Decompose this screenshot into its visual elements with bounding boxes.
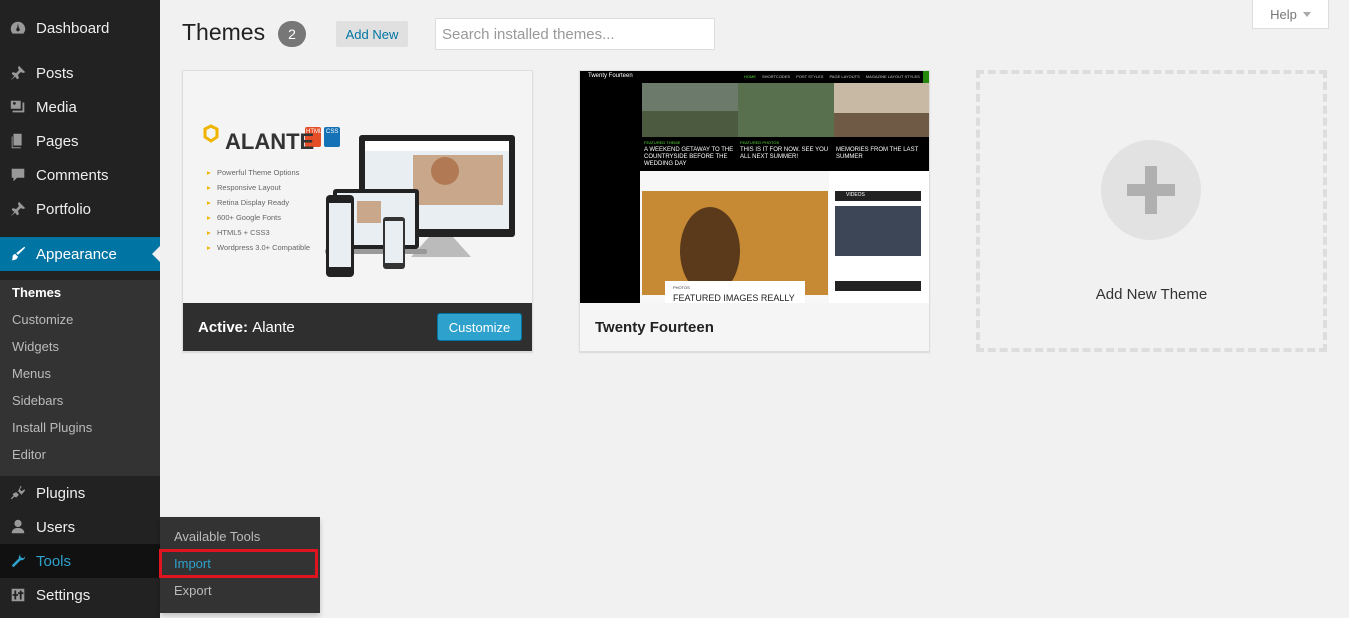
submenu-sidebars[interactable]: Sidebars: [12, 393, 63, 408]
feature-item: 600+ Google Fonts: [207, 213, 281, 222]
menu-settings[interactable]: Settings: [0, 578, 160, 612]
menu-users[interactable]: Users: [0, 510, 160, 544]
menu-label: Dashboard: [36, 19, 110, 37]
nav-item: MAGAZINE LAYOUT STYLES: [865, 74, 920, 79]
submenu-customize[interactable]: Customize: [12, 312, 73, 327]
add-new-theme-card[interactable]: Add New Theme: [976, 70, 1327, 352]
current-arrow: [152, 246, 160, 262]
add-new-theme-label: Add New Theme: [1095, 286, 1208, 303]
pin-icon: [0, 200, 36, 218]
pages-icon: [0, 132, 36, 150]
featured-heading: FEATURED IMAGES REALLY: [673, 293, 795, 303]
menu-label: Comments: [36, 166, 109, 184]
brush-icon: [0, 245, 36, 263]
submenu-install-plugins[interactable]: Install Plugins: [12, 420, 92, 435]
feature-item: Responsive Layout: [207, 183, 281, 192]
menu-pages[interactable]: Pages: [0, 124, 160, 158]
wrench-icon: [0, 552, 36, 570]
search-themes-input[interactable]: [435, 18, 715, 50]
submenu-menus[interactable]: Menus: [12, 366, 51, 381]
page-title: Themes: [182, 19, 266, 45]
theme-card-alante[interactable]: ALANTE HTML CSS Powerful Theme Options R…: [182, 70, 533, 352]
menu-label: Posts: [36, 64, 74, 82]
help-tab[interactable]: Help: [1252, 0, 1329, 29]
user-icon: [0, 518, 36, 536]
dashboard-icon: [0, 19, 36, 37]
caption-text: MEMORIES FROM THE LAST SUMMER: [836, 147, 919, 160]
preview-nav: HOME SHORTCODES POST STYLES PAGE LAYOUTS…: [744, 74, 920, 79]
pin-icon: [0, 64, 36, 82]
menu-label: Appearance: [36, 245, 117, 263]
menu-label: Plugins: [36, 484, 86, 502]
menu-plugins[interactable]: Plugins: [0, 476, 160, 510]
plugin-icon: [0, 484, 36, 502]
menu-appearance[interactable]: Appearance: [0, 237, 160, 271]
media-icon: [0, 98, 36, 116]
comment-icon: [0, 166, 36, 184]
settings-icon: [0, 586, 36, 604]
add-new-button[interactable]: Add New: [336, 21, 408, 47]
alante-logo-text: ALANTE: [225, 129, 315, 154]
menu-posts[interactable]: Posts: [0, 56, 160, 90]
menu-label: Settings: [36, 586, 91, 604]
theme-card-twenty-fourteen[interactable]: Twenty Fourteen HOME SHORTCODES POST STY…: [579, 70, 930, 352]
menu-portfolio[interactable]: Portfolio: [0, 192, 160, 226]
caption-tag: FEATURED THEME: [644, 140, 681, 145]
feature-item: HTML5 + CSS3: [207, 228, 270, 237]
appearance-submenu: Themes Customize Widgets Menus Sidebars …: [0, 280, 160, 476]
menu-media[interactable]: Media: [0, 90, 160, 124]
menu-label: Tools: [36, 552, 72, 570]
caption-text: A WEEKEND GETAWAY TO THE COUNTRYSIDE BEF…: [644, 147, 734, 167]
customize-button[interactable]: Customize: [437, 313, 522, 341]
theme-count-badge: 2: [278, 21, 306, 47]
help-label: Help: [1270, 6, 1297, 22]
photos-tag: PHOTOS: [673, 285, 690, 290]
chevron-down-icon: [1302, 11, 1311, 17]
caption-tag: FEATURED PHOTOS: [740, 140, 780, 145]
nav-item: PAGE LAYOUTS: [829, 74, 860, 79]
theme-screenshot[interactable]: Twenty Fourteen HOME SHORTCODES POST STY…: [580, 71, 929, 303]
theme-footer: Active: Alante Customize: [183, 303, 532, 351]
feature-item: Wordpress 3.0+ Compatible: [207, 243, 310, 252]
theme-footer: Twenty Fourteen: [580, 303, 929, 351]
flyout-available-tools[interactable]: Available Tools: [174, 529, 260, 544]
videos-label: VIDEOS: [846, 192, 865, 198]
submenu-widgets[interactable]: Widgets: [12, 339, 59, 354]
nav-item: HOME: [744, 74, 756, 79]
theme-screenshot[interactable]: ALANTE HTML CSS Powerful Theme Options R…: [183, 71, 532, 303]
site-title: Twenty Fourteen: [588, 73, 633, 79]
menu-label: Users: [36, 518, 76, 536]
twenty-fourteen-preview-graphic: [580, 71, 929, 303]
admin-sidebar: Dashboard Posts Media Pages Comments Por…: [0, 0, 160, 618]
menu-dashboard[interactable]: Dashboard: [0, 11, 160, 45]
feature-item: Powerful Theme Options: [207, 168, 299, 177]
menu-label: Media: [36, 98, 77, 116]
menu-tools[interactable]: Tools: [0, 544, 160, 578]
theme-name: Alante: [252, 318, 295, 336]
nav-item: POST STYLES: [796, 74, 824, 79]
feature-item: Retina Display Ready: [207, 198, 289, 207]
css-badge: CSS: [326, 129, 339, 135]
import-highlight-box: [159, 549, 318, 578]
caption-text: THIS IS IT FOR NOW. SEE YOU ALL NEXT SUM…: [740, 147, 829, 160]
nav-item: SHORTCODES: [762, 74, 791, 79]
submenu-themes[interactable]: Themes: [12, 285, 61, 300]
flyout-export[interactable]: Export: [174, 583, 212, 598]
menu-comments[interactable]: Comments: [0, 158, 160, 192]
theme-name: Twenty Fourteen: [595, 318, 714, 336]
html-badge: HTML: [306, 129, 323, 135]
menu-label: Portfolio: [36, 200, 92, 218]
menu-label: Pages: [36, 132, 79, 150]
submenu-editor[interactable]: Editor: [12, 447, 46, 462]
active-label: Active:: [198, 318, 249, 336]
plus-icon: [1101, 140, 1201, 240]
